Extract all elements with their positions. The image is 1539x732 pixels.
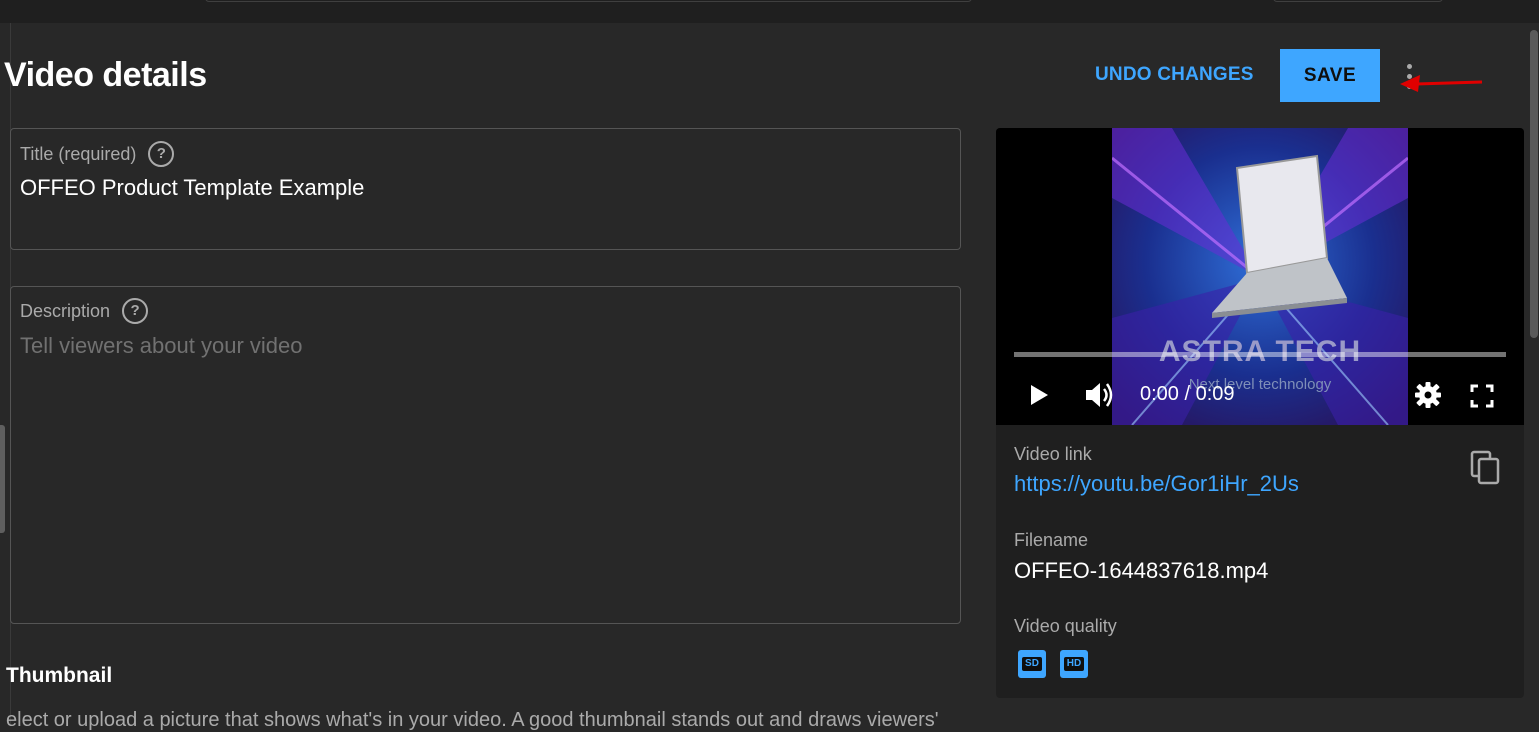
video-progress-bar[interactable] [1014, 352, 1506, 357]
title-label: Title (required) [20, 143, 137, 164]
page-title: Video details [4, 56, 207, 94]
thumbnail-description: elect or upload a picture that shows wha… [6, 709, 939, 731]
filename-value: OFFEO-1644837618.mp4 [1014, 558, 1269, 583]
video-time: 0:00 / 0:09 [1140, 383, 1235, 405]
help-icon[interactable]: ? [148, 141, 175, 167]
undo-changes-button[interactable]: UNDO CHANGES [1095, 64, 1254, 86]
filename-label: Filename [1014, 530, 1089, 550]
description-input[interactable]: Tell viewers about your video [20, 333, 302, 359]
search-box-edge[interactable] [205, 0, 972, 2]
video-quality-label: Video quality [1014, 616, 1117, 636]
video-preview-frame: ASTRA TECH Next level technology [1112, 128, 1408, 425]
red-arrow-annotation [1400, 75, 1483, 92]
play-icon[interactable] [1028, 383, 1050, 407]
settings-gear-icon[interactable] [1414, 381, 1442, 409]
fullscreen-icon[interactable] [1470, 384, 1494, 408]
thumbnail-heading: Thumbnail [6, 664, 113, 687]
video-link-label: Video link [1014, 444, 1092, 464]
copy-icon[interactable] [1470, 450, 1502, 486]
video-player[interactable]: ASTRA TECH Next level technology 0:00 / … [996, 128, 1524, 425]
description-label: Description [20, 300, 111, 321]
video-info-card: ASTRA TECH Next level technology 0:00 / … [996, 128, 1524, 698]
header-button-edge[interactable] [1273, 0, 1443, 2]
sd-quality-badge: SD [1018, 650, 1046, 678]
volume-icon[interactable] [1084, 380, 1116, 410]
description-field[interactable]: Description ? Tell viewers about your vi… [10, 286, 961, 624]
video-link[interactable]: https://youtu.be/Gor1iHr_2Us [1014, 471, 1299, 497]
title-input[interactable]: OFFEO Product Template Example [20, 175, 364, 201]
top-bar [0, 0, 1539, 23]
hd-quality-badge: HD [1060, 650, 1088, 678]
page-scrollbar-thumb[interactable] [1530, 30, 1538, 338]
title-field[interactable]: Title (required) ? OFFEO Product Templat… [10, 128, 961, 250]
help-icon[interactable]: ? [122, 298, 149, 324]
save-button[interactable]: SAVE [1280, 49, 1380, 102]
sidebar-scroll-handle[interactable] [0, 425, 5, 533]
